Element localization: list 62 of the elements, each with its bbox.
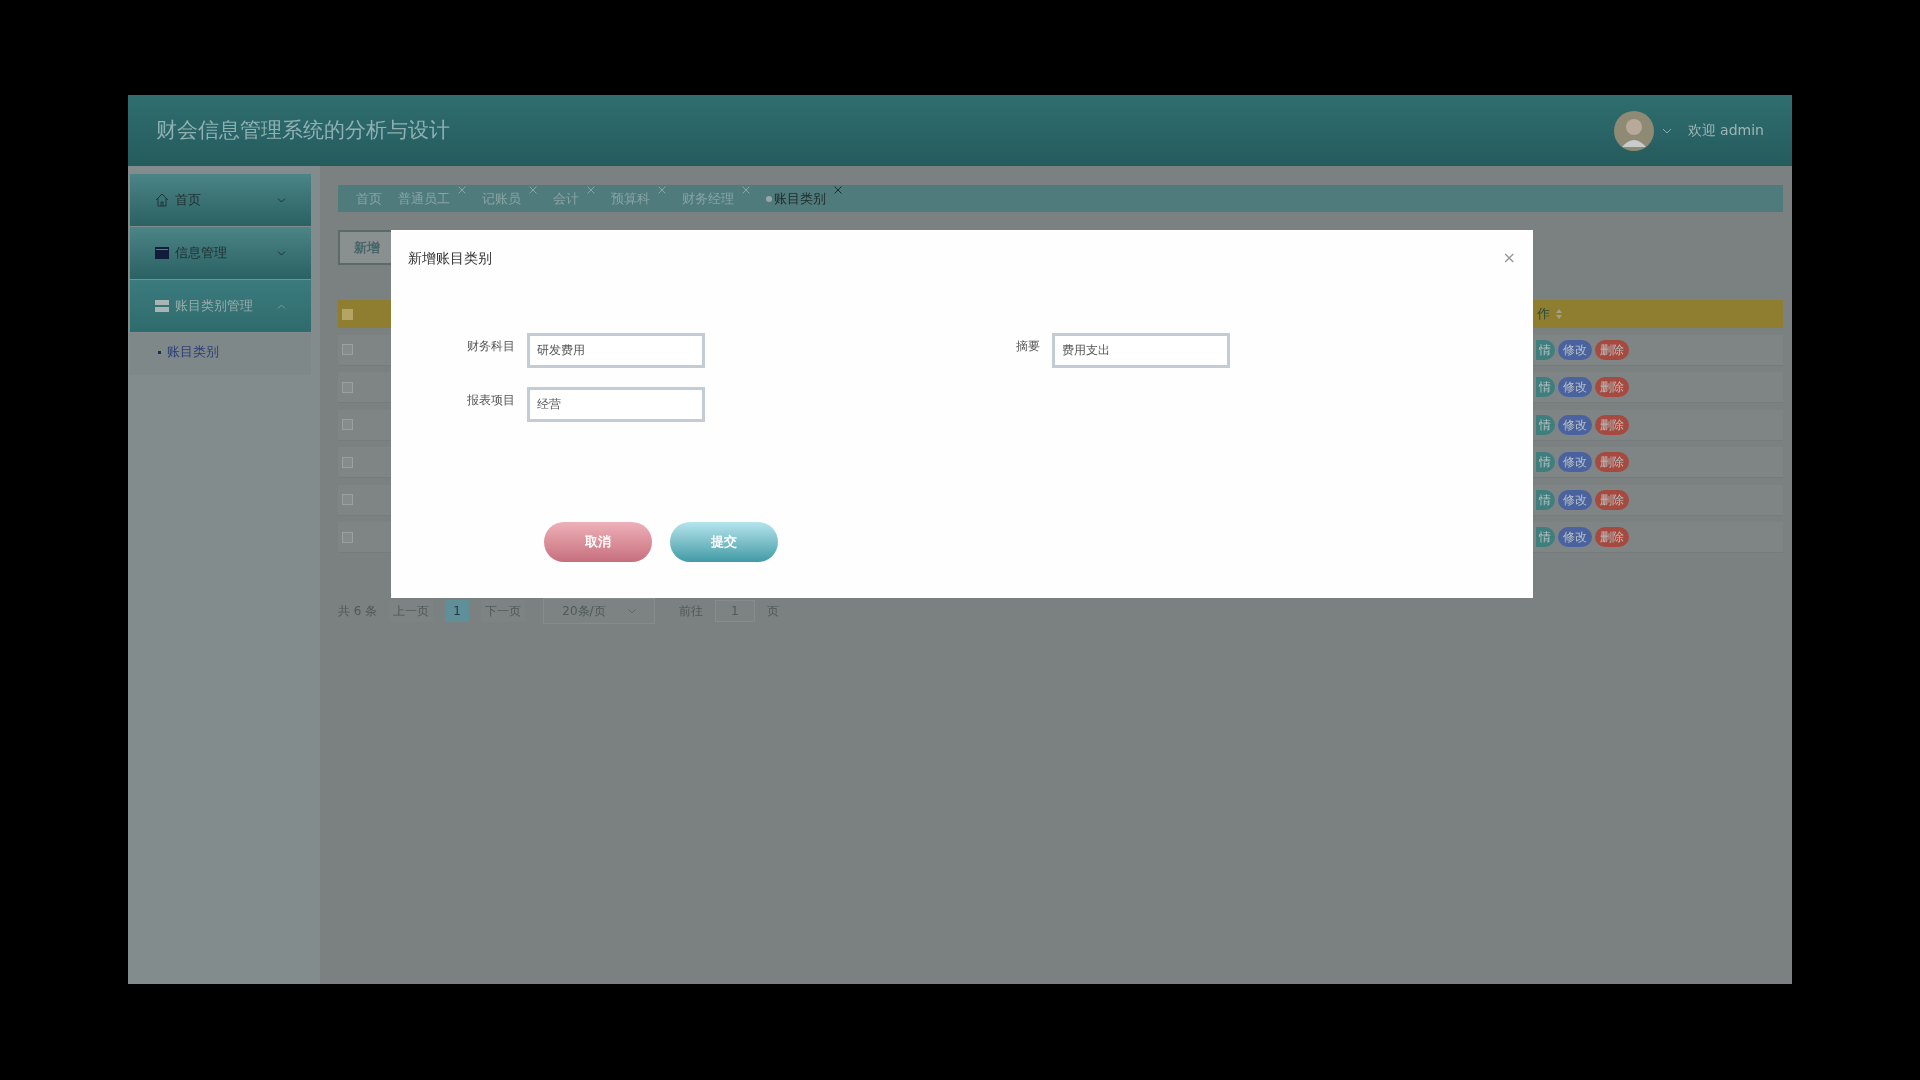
delete-button[interactable]: 删除	[1595, 489, 1629, 510]
bullet-icon	[158, 350, 161, 354]
edit-button[interactable]: 修改	[1558, 489, 1592, 510]
field-label: 摘要	[1015, 338, 1040, 355]
app-title: 财会信息管理系统的分析与设计	[156, 116, 450, 144]
checkbox[interactable]	[342, 381, 353, 393]
delete-button[interactable]: 删除	[1595, 414, 1629, 435]
close-icon[interactable]	[658, 185, 666, 194]
edit-button[interactable]: 修改	[1558, 339, 1592, 360]
close-icon[interactable]	[458, 185, 466, 194]
close-icon[interactable]	[742, 185, 750, 194]
close-button[interactable]: ×	[1502, 250, 1516, 266]
sort-icon[interactable]	[1556, 309, 1562, 319]
menu-item[interactable]: 首页	[130, 174, 311, 226]
field-label: 报表项目	[466, 392, 515, 409]
tab[interactable]: 账目类别	[766, 188, 826, 209]
edit-button[interactable]: 修改	[1558, 377, 1592, 397]
dot-icon	[766, 195, 772, 202]
delete-button[interactable]: 删除	[1595, 527, 1629, 547]
submit-button[interactable]: 提交	[670, 522, 778, 562]
avatar-icon[interactable]	[1613, 110, 1654, 151]
field-label: 财务科目	[466, 338, 515, 355]
tab[interactable]: 会计	[553, 188, 579, 209]
details-button[interactable]: 情	[1536, 489, 1555, 510]
welcome-text: 欢迎 admin	[1687, 121, 1764, 140]
details-button[interactable]: 情	[1536, 452, 1555, 472]
menu-item[interactable]: 账目类别管理	[130, 280, 311, 332]
input-field[interactable]: 经营	[527, 387, 705, 422]
chevron-up-icon	[277, 303, 286, 309]
close-icon[interactable]	[529, 185, 537, 194]
cancel-button[interactable]: 取消	[544, 522, 652, 562]
input-field[interactable]: 研发费用	[527, 333, 705, 368]
edit-button[interactable]: 修改	[1558, 452, 1592, 472]
page-button[interactable]: 1	[445, 600, 469, 622]
edit-button[interactable]: 修改	[1558, 414, 1592, 435]
home-icon	[155, 193, 169, 207]
card-icon	[155, 247, 169, 259]
column-header: 作	[1537, 305, 1550, 324]
delete-button[interactable]: 删除	[1595, 377, 1629, 397]
chevron-down-icon	[627, 608, 636, 614]
chevron-down-icon	[277, 250, 286, 256]
list-icon	[155, 300, 169, 312]
delete-button[interactable]: 删除	[1595, 339, 1629, 360]
checkbox[interactable]	[342, 344, 353, 355]
delete-button[interactable]: 删除	[1595, 452, 1629, 472]
checkbox[interactable]	[342, 494, 353, 505]
edit-button[interactable]: 修改	[1558, 527, 1592, 547]
checkbox[interactable]	[342, 456, 353, 468]
chevron-down-icon[interactable]	[1661, 127, 1672, 134]
input-field[interactable]: 费用支出	[1052, 333, 1230, 368]
close-icon[interactable]	[834, 185, 842, 194]
dialog-title: 新增账目类别	[408, 248, 492, 268]
menu-item[interactable]: 信息管理	[130, 227, 311, 279]
chevron-down-icon	[277, 197, 286, 203]
checkbox[interactable]	[342, 531, 353, 543]
details-button[interactable]: 情	[1536, 527, 1555, 547]
details-button[interactable]: 情	[1536, 377, 1555, 397]
checkbox[interactable]	[342, 308, 353, 320]
checkbox[interactable]	[342, 419, 353, 430]
details-button[interactable]: 情	[1536, 339, 1555, 360]
close-icon[interactable]	[587, 185, 595, 194]
details-button[interactable]: 情	[1536, 414, 1555, 435]
